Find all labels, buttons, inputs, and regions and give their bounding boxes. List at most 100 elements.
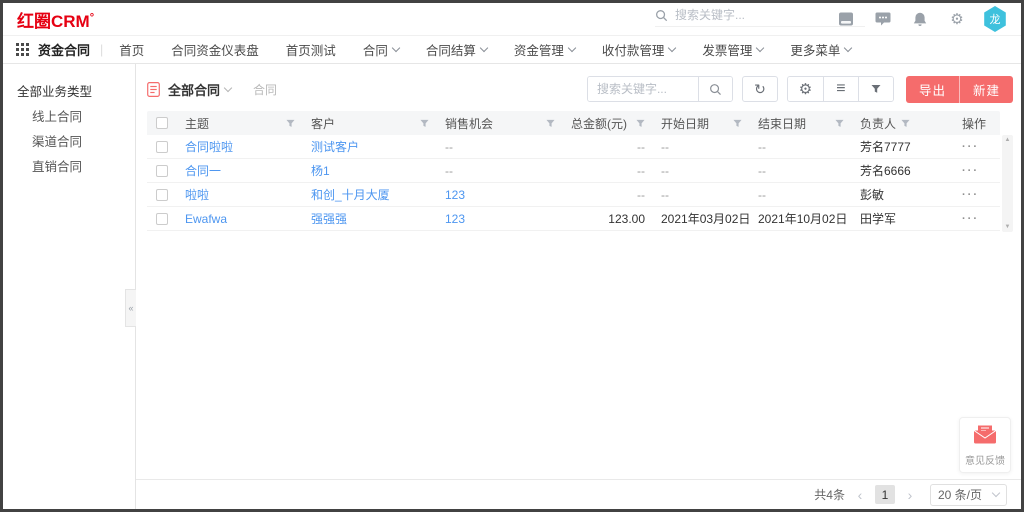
chevron-down-icon xyxy=(224,83,232,91)
chevron-down-icon xyxy=(392,44,400,52)
list-view-button[interactable]: ≡ xyxy=(823,77,858,101)
end-date-cell: -- xyxy=(750,188,852,202)
nav-item-home[interactable]: 首页 xyxy=(119,40,144,59)
app-window: 红圈CRM° ⚙ 龙 资金合同 | 首页 合同资金仪表盘 首页测试 合同 合同结… xyxy=(0,0,1024,512)
nav-item-invoices[interactable]: 发票管理 xyxy=(702,40,763,59)
feedback-widget[interactable]: 意见反馈 xyxy=(959,417,1011,473)
owner-cell: 芳名7777 xyxy=(852,138,918,155)
scroll-down-icon[interactable]: ▼ xyxy=(1005,224,1011,230)
scroll-up-icon[interactable]: ▲ xyxy=(1005,137,1011,143)
bell-icon[interactable] xyxy=(909,8,931,30)
sidebar-item-channel-contract[interactable]: 渠道合同 xyxy=(3,130,135,155)
row-more-actions-button[interactable]: ··· xyxy=(962,165,979,177)
sidebar-collapse-handle[interactable]: « xyxy=(125,289,136,327)
end-date-cell: -- xyxy=(750,164,852,178)
filter-icon[interactable] xyxy=(420,119,429,128)
filter-icon[interactable] xyxy=(546,119,555,128)
row-more-actions-button[interactable]: ··· xyxy=(962,141,979,153)
view-options-group: ⚙ ≡ xyxy=(787,76,894,102)
user-avatar[interactable]: 龙 xyxy=(983,6,1007,32)
owner-cell: 芳名6666 xyxy=(852,162,918,179)
nav-item-contract-settle[interactable]: 合同结算 xyxy=(426,40,487,59)
filter-icon[interactable] xyxy=(835,119,844,128)
select-all-checkbox[interactable] xyxy=(156,117,168,129)
messages-icon[interactable] xyxy=(872,8,894,30)
contract-link[interactable]: Ewafwa xyxy=(185,212,227,226)
filter-icon[interactable] xyxy=(901,119,910,128)
owner-cell: 彭敏 xyxy=(852,186,918,203)
chevron-down-icon xyxy=(480,44,488,52)
col-header-opportunity: 销售机会 xyxy=(445,115,493,132)
next-page-button[interactable]: › xyxy=(902,487,918,503)
row-more-actions-button[interactable]: ··· xyxy=(962,189,979,201)
customer-link[interactable]: 杨1 xyxy=(311,162,330,179)
customer-link[interactable]: 和创_十月大厦 xyxy=(311,186,390,203)
export-button[interactable]: 导出 xyxy=(906,76,959,103)
start-date-cell: -- xyxy=(653,164,750,178)
nav-item-payments[interactable]: 收付款管理 xyxy=(602,40,676,59)
row-checkbox[interactable] xyxy=(156,141,168,153)
global-search-input[interactable] xyxy=(675,8,835,22)
col-header-theme: 主题 xyxy=(185,115,209,132)
nav-item-home-test[interactable]: 首页测试 xyxy=(286,40,336,59)
nav-item-contract[interactable]: 合同 xyxy=(363,40,399,59)
nav-item-more-menu[interactable]: 更多菜单 xyxy=(790,40,851,59)
row-checkbox[interactable] xyxy=(156,213,168,225)
customer-link[interactable]: 强强强 xyxy=(311,210,347,227)
chevron-down-icon xyxy=(756,44,764,52)
pagination-bar: 共4条 ‹ 1 › 20 条/页 xyxy=(136,479,1021,509)
app-logo: 红圈CRM° xyxy=(17,7,94,32)
prev-page-button[interactable]: ‹ xyxy=(852,487,868,503)
table-scrollbar[interactable]: ▲ ▼ xyxy=(1002,135,1013,232)
col-header-amount: 总金额(元) xyxy=(571,115,627,132)
filter-icon[interactable] xyxy=(636,119,645,128)
contract-link[interactable]: 合同啦啦 xyxy=(185,138,233,155)
settings-gear-icon[interactable]: ⚙ xyxy=(946,8,968,30)
create-button[interactable]: 新建 xyxy=(959,76,1013,103)
search-icon xyxy=(655,9,668,22)
refresh-button[interactable]: ↻ xyxy=(742,76,778,102)
view-tag: 合同 xyxy=(253,81,277,98)
current-page[interactable]: 1 xyxy=(875,485,895,504)
toolbar-actions: ↻ ⚙ ≡ 导出 新建 xyxy=(587,76,1013,103)
nav-divider: | xyxy=(100,43,103,57)
table-header-row: 主题 客户 销售机会 总金额(元) 开始日期 结束日期 负责人 操作 xyxy=(147,111,1000,135)
column-settings-button[interactable]: ⚙ xyxy=(788,77,823,101)
contract-doc-icon xyxy=(147,82,160,97)
filter-icon[interactable] xyxy=(286,119,295,128)
table-row[interactable]: 合同啦啦 测试客户 -- -- -- -- 芳名7777 ··· xyxy=(147,135,1000,159)
row-checkbox[interactable] xyxy=(156,189,168,201)
primary-actions: 导出 新建 xyxy=(906,76,1013,103)
apps-grid-icon[interactable] xyxy=(16,43,29,56)
nav-item-dashboard[interactable]: 合同资金仪表盘 xyxy=(171,40,259,59)
end-date-cell: 2021年10月02日 xyxy=(750,210,852,227)
content-area: 全部业务类型 线上合同 渠道合同 直销合同 « 全部合同 合同 ↻ xyxy=(3,64,1021,509)
list-search-input[interactable] xyxy=(588,77,698,101)
sidebar: 全部业务类型 线上合同 渠道合同 直销合同 « xyxy=(3,64,136,509)
contract-link[interactable]: 啦啦 xyxy=(185,186,209,203)
sidebar-item-all-types[interactable]: 全部业务类型 xyxy=(3,80,135,105)
nav-item-funds[interactable]: 资金管理 xyxy=(514,40,575,59)
opportunity-link[interactable]: 123 xyxy=(445,212,465,226)
col-header-customer: 客户 xyxy=(311,115,335,132)
filter-button[interactable] xyxy=(858,77,893,101)
page-size-select[interactable]: 20 条/页 xyxy=(930,484,1007,506)
filter-icon[interactable] xyxy=(733,119,742,128)
table-row[interactable]: 啦啦 和创_十月大厦 123 -- -- -- 彭敏 ··· xyxy=(147,183,1000,207)
col-header-owner: 负责人 xyxy=(860,115,896,132)
table-row[interactable]: Ewafwa 强强强 123 123.00 2021年03月02日 2021年1… xyxy=(147,207,1000,231)
sidebar-item-online-contract[interactable]: 线上合同 xyxy=(3,105,135,130)
workspace-title[interactable]: 资金合同 xyxy=(38,40,90,59)
chevron-down-icon xyxy=(568,44,576,52)
contract-link[interactable]: 合同一 xyxy=(185,162,221,179)
search-submit-button[interactable] xyxy=(698,77,732,101)
table-row[interactable]: 合同一 杨1 -- -- -- -- 芳名6666 ··· xyxy=(147,159,1000,183)
chevron-down-icon xyxy=(668,44,676,52)
row-more-actions-button[interactable]: ··· xyxy=(962,213,979,225)
view-selector[interactable]: 全部合同 xyxy=(168,80,231,99)
row-checkbox[interactable] xyxy=(156,165,168,177)
opportunity-link[interactable]: 123 xyxy=(445,188,465,202)
sidebar-item-direct-contract[interactable]: 直销合同 xyxy=(3,155,135,180)
list-toolbar: 全部合同 合同 ↻ ⚙ ≡ 导出 新建 xyxy=(147,73,1013,105)
customer-link[interactable]: 测试客户 xyxy=(311,138,359,155)
